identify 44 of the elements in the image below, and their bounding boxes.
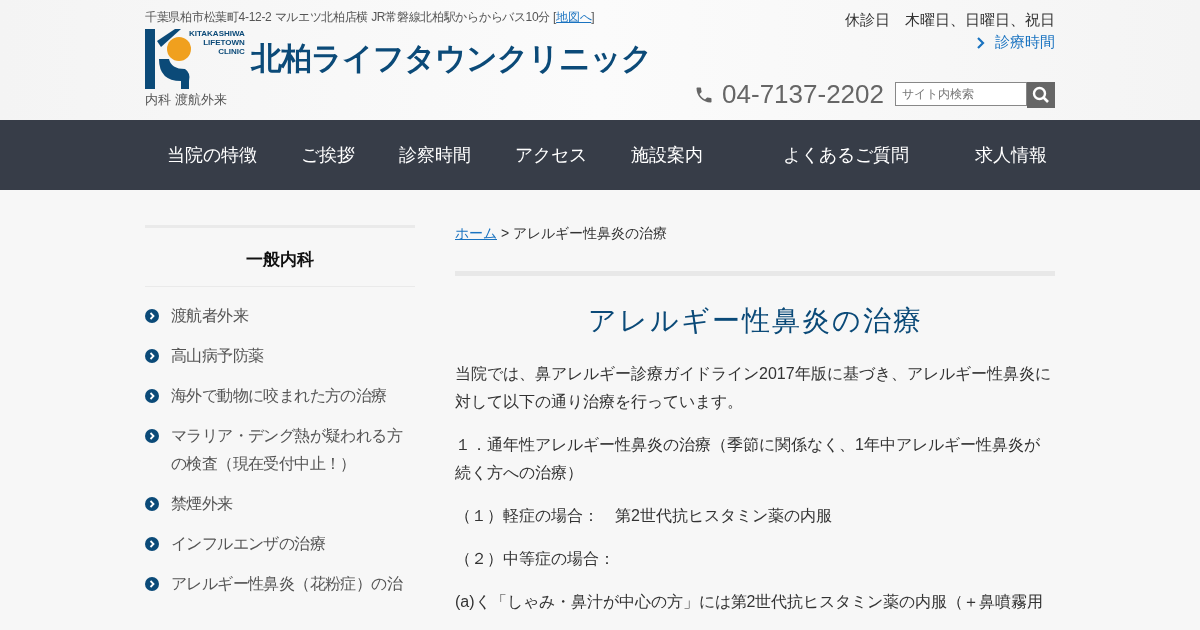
closed-days-text: 休診日 木曜日、日曜日、祝日 [845, 11, 1055, 30]
sidebar-link[interactable]: 高山病予防薬 [171, 342, 264, 370]
chevron-icon [977, 36, 985, 49]
body-paragraph: （１）軽症の場合： 第2世代抗ヒスタミン薬の内服 [455, 506, 833, 526]
search-field[interactable]: サイト内検索 [895, 81, 1027, 106]
chevron-circle-icon [145, 537, 159, 551]
sidebar-link[interactable]: 渡航者外来 [171, 302, 248, 330]
nav-link[interactable]: ご挨拶 [279, 143, 377, 167]
body-paragraph: (a)く「しゃみ・鼻汁が中心の方」には第2世代抗ヒスタミン薬の内服（＋鼻噴霧用 [455, 592, 1045, 612]
nav-link[interactable]: アクセス [493, 143, 609, 167]
logo-caption: KITAKASHIWA [189, 29, 245, 38]
departments-text: 内科 渡航外来 [145, 91, 228, 109]
chevron-circle-icon [145, 497, 159, 511]
phone-number: 04-7137-2202 [722, 79, 884, 110]
hours-link[interactable]: 診療時間 [977, 33, 1055, 52]
sidebar-link[interactable]: インフルエンザの治療 [171, 530, 325, 558]
search-button[interactable] [1027, 81, 1055, 108]
sidebar-link[interactable]: 海外で動物に咬まれた方の治療 [171, 382, 387, 410]
breadcrumb-home-link[interactable]: ホーム [455, 225, 497, 241]
chevron-circle-icon [145, 577, 159, 591]
sidebar-link[interactable]: マラリア・デング熱が疑われる方の検査（現在受付中止！） [171, 422, 415, 478]
breadcrumb-separator: > [500, 225, 510, 241]
chevron-circle-icon [145, 429, 159, 443]
body-paragraph: １．通年性アレルギー性鼻炎の治療（季節に関係なく、1年中アレルギー性鼻炎が続く方への治療） [455, 435, 1041, 483]
nav-link[interactable]: 当院の特徴 [145, 143, 279, 167]
sidebar-heading: 一般内科 [145, 225, 415, 287]
sidebar-link[interactable]: 禁煙外来 [171, 490, 233, 518]
body-paragraph: （２）中等症の場合： [455, 549, 616, 569]
logo-drawing [145, 29, 191, 89]
breadcrumb-current: アレルギー性鼻炎の治療 [512, 225, 667, 241]
chevron-circle-icon [145, 389, 159, 403]
nav-link[interactable]: 求人情報 [947, 143, 1069, 167]
logo-caption: LIFETOWN [203, 38, 245, 47]
nav-link[interactable]: よくあるご質問 [725, 143, 947, 167]
nav-link[interactable]: 施設案内 [609, 143, 725, 167]
address-text: 千葉県柏市松葉町4-12-2 マルエツ北柏店横 JR常磐線北柏駅からからバス10分 [地図へ] [145, 9, 596, 26]
clinic-name: 北柏ライフタウンクリニック [250, 40, 652, 78]
sidebar-link[interactable]: アレルギー性鼻炎（花粉症）の治 [171, 570, 402, 598]
chevron-circle-icon [145, 349, 159, 363]
logo-caption: CLINIC [218, 47, 245, 56]
chevron-circle-icon [145, 309, 159, 323]
page-title: アレルギー性鼻炎の治療 [455, 271, 1055, 340]
body-paragraph: 当院では、鼻アレルギー診療ガイドライン2017年版に基づき、アレルギー性鼻炎に対して以下の通り治療を行っています。 [455, 364, 1052, 412]
nav-link[interactable]: 診察時間 [377, 143, 493, 167]
